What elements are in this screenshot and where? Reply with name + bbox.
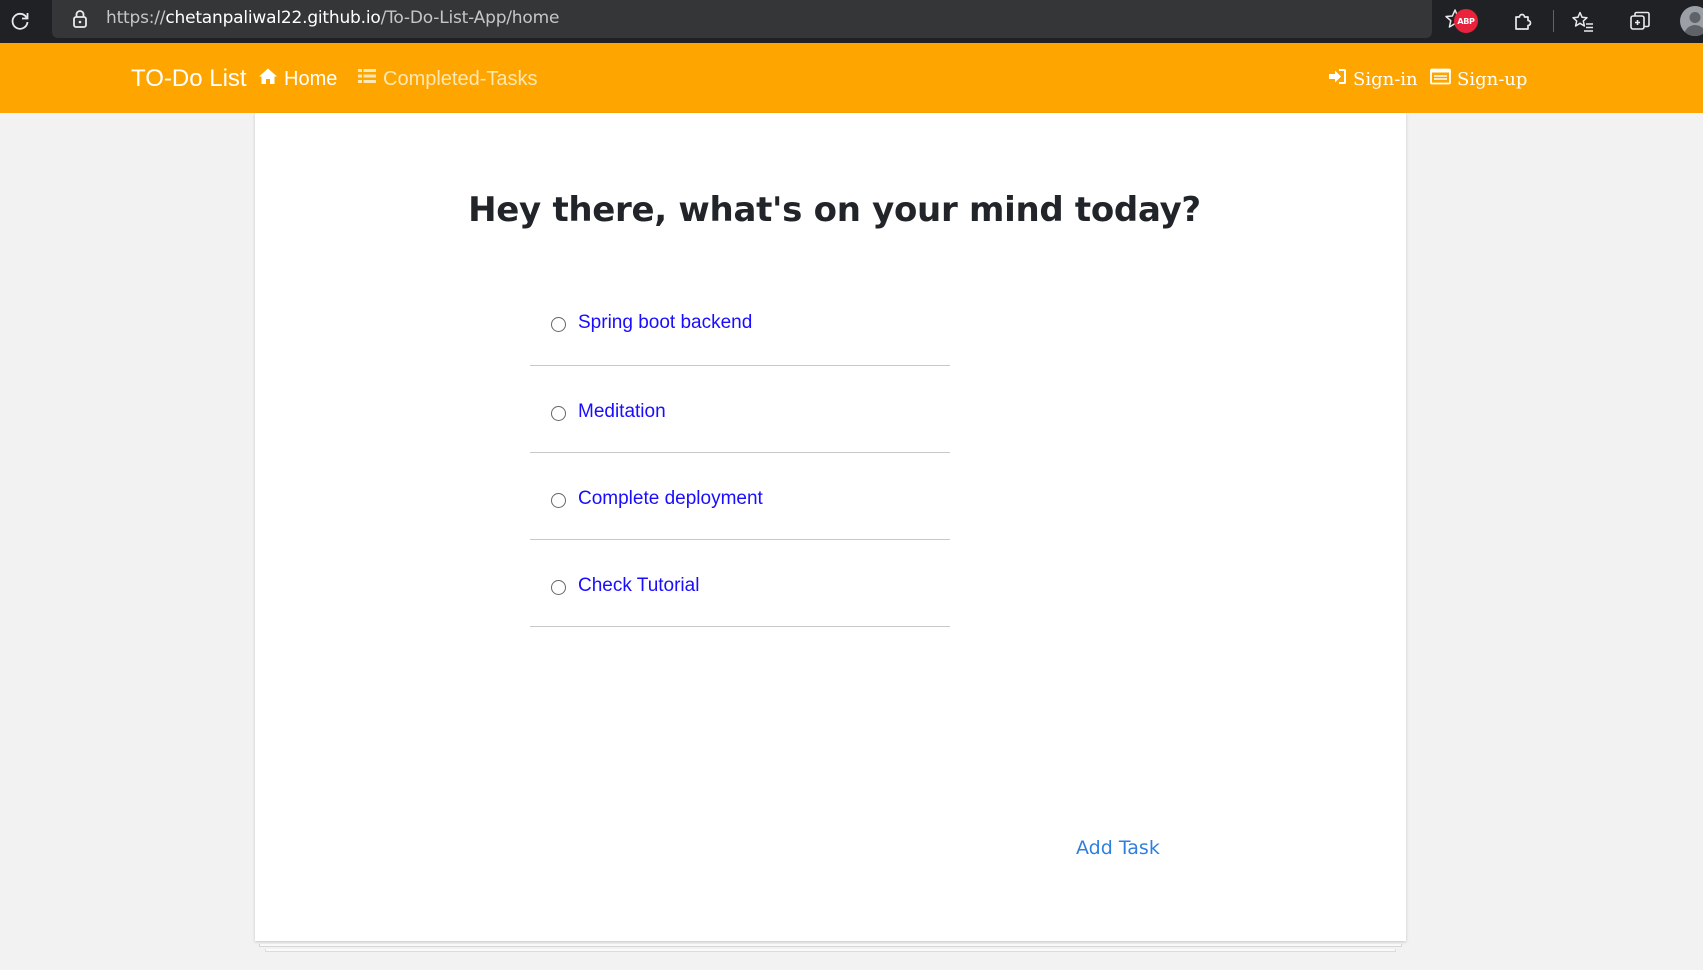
add-task-button[interactable]: Add Task — [1076, 837, 1160, 859]
collections-icon[interactable] — [1624, 5, 1656, 37]
abp-icon[interactable]: ABP — [1450, 5, 1482, 37]
task-link[interactable]: Spring boot backend — [578, 312, 752, 334]
favorites-icon[interactable] — [1567, 5, 1599, 37]
nav-home-link[interactable]: Home — [258, 67, 337, 91]
task-radio[interactable] — [551, 317, 566, 332]
browser-toolbar: https://chetanpaliwal22.github.io/To-Do-… — [0, 0, 1703, 43]
address-bar[interactable]: https://chetanpaliwal22.github.io/To-Do-… — [52, 0, 1467, 38]
navbar: TO-Do List Home Completed-Tasks Sign-in … — [0, 43, 1703, 113]
nav-signin-link[interactable]: Sign-in — [1328, 68, 1418, 90]
home-icon — [258, 67, 278, 91]
brand-link[interactable]: TO-Do List — [131, 65, 247, 93]
task-link[interactable]: Complete deployment — [578, 488, 763, 510]
list-icon — [357, 67, 377, 91]
lock-icon[interactable] — [70, 8, 90, 30]
reload-icon[interactable] — [4, 5, 36, 37]
task-radio[interactable] — [551, 493, 566, 508]
page-title: Hey there, what's on your mind today? — [468, 190, 1201, 230]
sign-in-icon — [1328, 68, 1347, 90]
task-list: Spring boot backend Meditation Complete … — [530, 275, 950, 627]
task-link[interactable]: Meditation — [578, 401, 666, 423]
task-radio[interactable] — [551, 406, 566, 421]
task-item: Spring boot backend — [530, 275, 950, 366]
url-scheme: https:// — [106, 8, 166, 28]
nav-signin-label: Sign-in — [1353, 68, 1418, 90]
id-card-icon — [1430, 68, 1451, 90]
nav-home-label: Home — [284, 67, 338, 90]
main-card: Hey there, what's on your mind today? Sp… — [255, 113, 1406, 941]
task-item: Meditation — [530, 366, 950, 453]
task-item: Complete deployment — [530, 453, 950, 540]
toolbar-divider — [1553, 10, 1554, 32]
url-text[interactable]: https://chetanpaliwal22.github.io/To-Do-… — [106, 8, 559, 28]
abp-badge-label: ABP — [1454, 9, 1478, 33]
card-stack-edge — [265, 949, 1396, 952]
task-link[interactable]: Check Tutorial — [578, 575, 699, 597]
task-radio[interactable] — [551, 580, 566, 595]
nav-completed-tasks-link[interactable]: Completed-Tasks — [357, 67, 538, 91]
task-item: Check Tutorial — [530, 540, 950, 627]
url-host: chetanpaliwal22.github.io — [165, 8, 381, 28]
nav-signup-link[interactable]: Sign-up — [1430, 68, 1527, 90]
puzzle-icon[interactable] — [1506, 5, 1538, 37]
url-path: /To-Do-List-App/home — [380, 8, 560, 28]
card-stack-edge — [259, 944, 1402, 947]
nav-completed-label: Completed-Tasks — [383, 67, 538, 90]
nav-signup-label: Sign-up — [1457, 68, 1528, 90]
profile-icon[interactable] — [1680, 6, 1703, 36]
